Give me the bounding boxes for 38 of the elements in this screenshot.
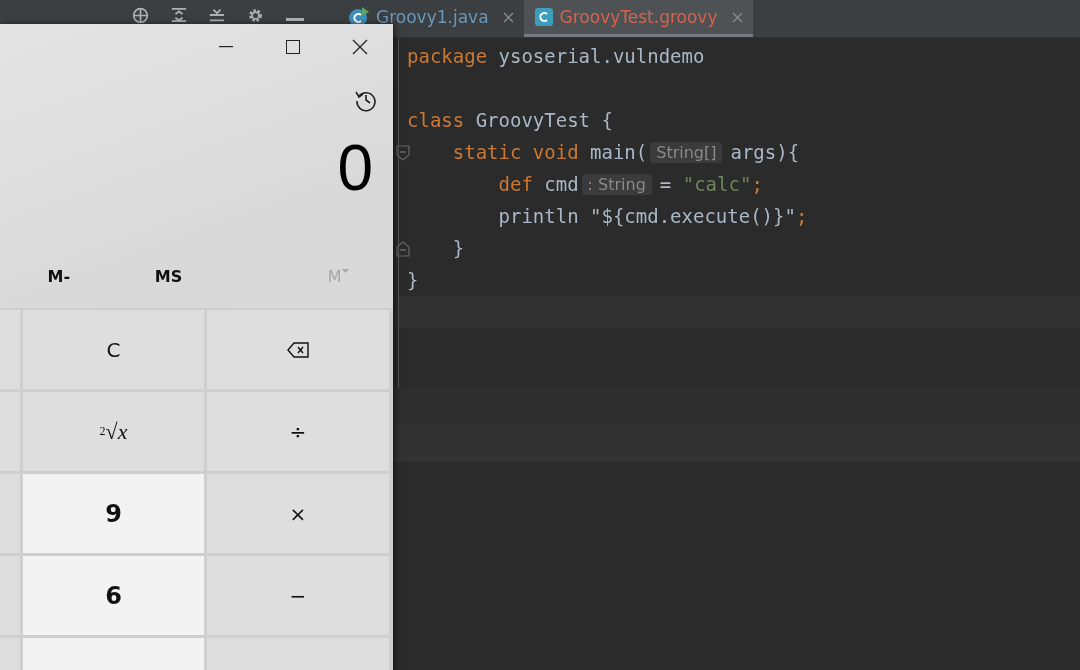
code-text: }	[451, 237, 465, 259]
close-icon	[351, 39, 368, 55]
memory-button[interactable]: MS	[113, 266, 224, 286]
root-button[interactable]: $^{2}$√x	[23, 392, 204, 471]
digit-button[interactable]: 6	[23, 556, 204, 635]
crosshair-icon[interactable]	[132, 7, 149, 24]
code-text: def cmd	[497, 173, 579, 195]
settings-icon[interactable]	[247, 7, 264, 24]
backspace-icon	[287, 341, 309, 358]
memory-button[interactable]: M-	[4, 266, 114, 286]
minimize-icon	[218, 46, 233, 48]
code-text: = "calc";	[659, 173, 763, 195]
close-icon[interactable]	[731, 11, 743, 23]
minimize-icon[interactable]	[286, 18, 304, 21]
digit-button[interactable]: 9	[23, 474, 204, 553]
maximize-icon	[285, 40, 300, 54]
operator-button[interactable]: ×	[207, 474, 389, 553]
code-text: println "${cmd.execute()}";	[497, 205, 808, 227]
fold-icon[interactable]	[396, 241, 410, 257]
inlay-hint: String[]	[650, 141, 723, 163]
collapse-icon[interactable]	[171, 7, 187, 23]
tab-label: GroovyTest.groovy	[559, 7, 718, 27]
code-text: }	[407, 269, 419, 291]
code-text: args){	[730, 141, 800, 163]
close-icon[interactable]	[502, 11, 514, 23]
inlay-hint: : String	[581, 173, 652, 195]
code-text: class GroovyTest {	[407, 109, 613, 131]
operator-button[interactable]: −	[207, 556, 389, 635]
code-text: package ysoserial.vulndemo	[407, 45, 705, 67]
tab-label: Groovy1.java	[376, 7, 489, 27]
backspace-button[interactable]	[207, 310, 389, 389]
code-text: static void main(	[451, 141, 648, 163]
expand-icon[interactable]	[209, 7, 225, 23]
operator-button[interactable]: ÷	[207, 392, 389, 471]
class-file-icon	[533, 7, 554, 27]
fold-icon[interactable]	[396, 145, 410, 161]
operator-button[interactable]: C	[23, 310, 204, 389]
result-display: 0	[336, 131, 374, 206]
